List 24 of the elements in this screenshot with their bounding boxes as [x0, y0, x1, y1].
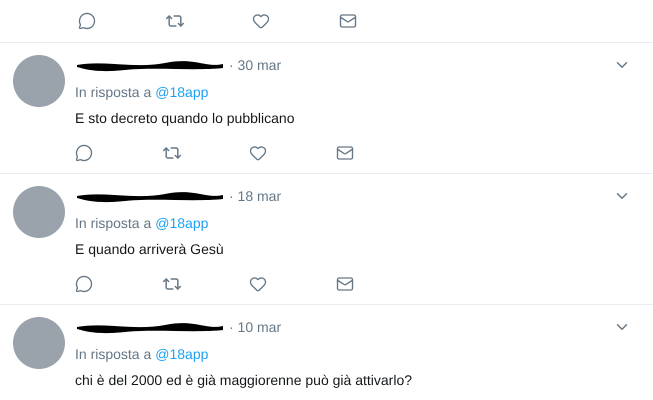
avatar[interactable] [13, 186, 65, 238]
tweet-date: · 10 mar [229, 319, 282, 335]
tweet-text: chi è del 2000 ed è già maggiorenne può già attivarlo? [75, 371, 414, 390]
reply-label: In risposta a [75, 346, 152, 362]
handle-link[interactable]: @18app [155, 215, 208, 231]
mail-icon [336, 144, 354, 162]
heart-icon [249, 275, 267, 293]
avatar[interactable] [13, 55, 65, 107]
heart-icon [252, 12, 270, 30]
heart-icon [249, 144, 267, 162]
speech-bubble-icon [75, 275, 93, 293]
mail-icon [339, 12, 357, 30]
tweet-text: E sto decreto quando lo pubblicano [75, 109, 296, 128]
reply-label: In risposta a [75, 84, 152, 100]
tweet-date: · 18 mar [229, 188, 282, 204]
speech-bubble-icon [75, 144, 93, 162]
tweet-date: · 30 mar [229, 57, 282, 73]
handle-link[interactable]: @18app [155, 346, 208, 362]
avatar[interactable] [13, 317, 65, 369]
handle-link[interactable]: @18app [155, 84, 208, 100]
tweet-text: E quando arriverà Gesù [75, 240, 225, 259]
reply-label: In risposta a [75, 215, 152, 231]
mail-icon [336, 275, 354, 293]
speech-bubble-icon [78, 12, 96, 30]
